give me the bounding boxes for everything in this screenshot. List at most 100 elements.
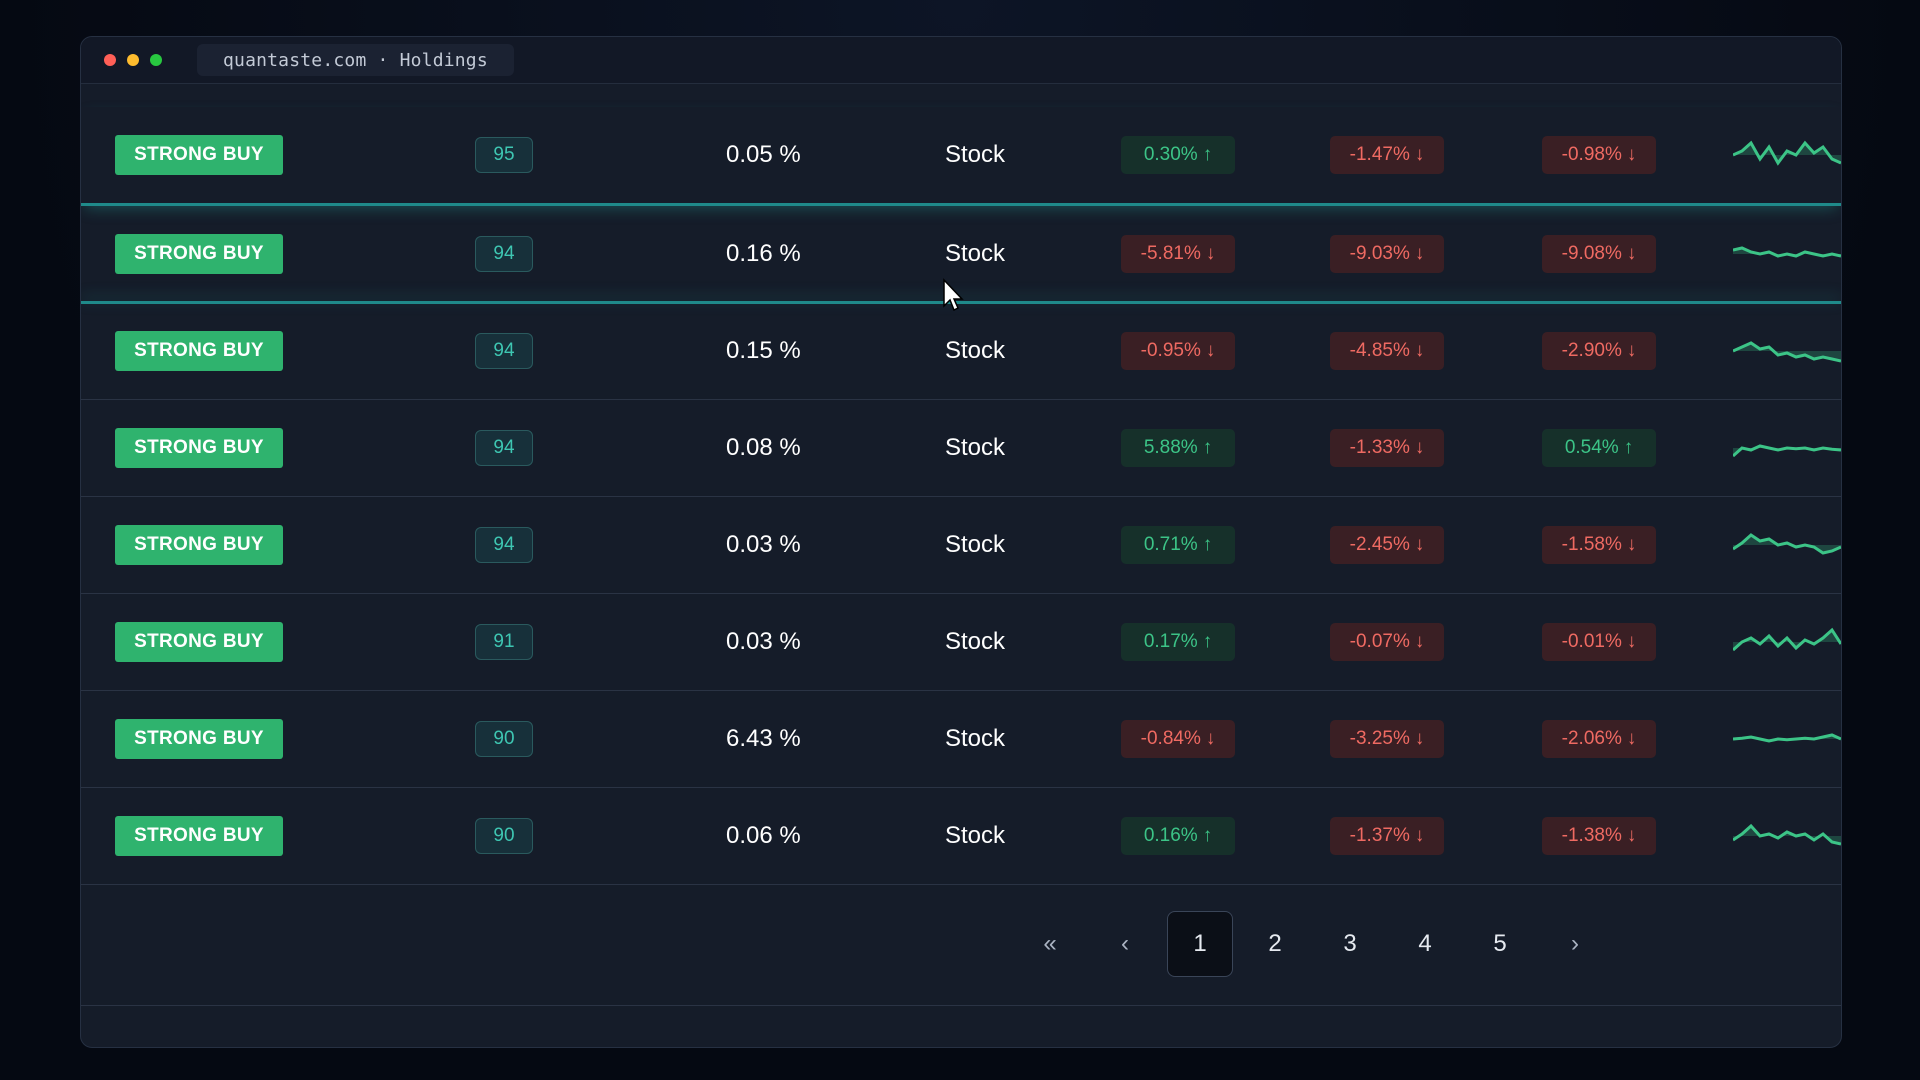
sparkline-chart (1733, 533, 1841, 555)
page-button-2[interactable]: 2 (1242, 911, 1308, 977)
sparkline (1733, 691, 1841, 787)
next-page-icon[interactable]: › (1542, 911, 1608, 977)
arrow-down-icon: ↓ (1414, 243, 1425, 264)
sparkline (1733, 400, 1841, 496)
arrow-down-icon: ↓ (1414, 728, 1425, 749)
arrow-down-icon: ↓ (1626, 144, 1637, 165)
arrow-up-icon: ↑ (1202, 437, 1213, 458)
score-badge: 94 (475, 333, 533, 369)
arrow-up-icon: ↑ (1623, 437, 1634, 458)
score-badge: 94 (475, 430, 533, 466)
table-row[interactable]: STRONG BUY 91 0.03 % Stock 0.17% ↑ -0.07% ↓ -0.0… (81, 594, 1841, 691)
score-badge: 90 (475, 721, 533, 757)
weight-value: 0.03 % (726, 531, 801, 558)
sparkline-chart (1733, 444, 1841, 458)
rating-badge: STRONG BUY (115, 525, 283, 565)
page-button-3[interactable]: 3 (1317, 911, 1383, 977)
change-value: -2.45% (1349, 534, 1410, 555)
change-badge-1: -0.84% ↓ (1121, 720, 1235, 758)
sparkline-chart (1733, 823, 1841, 846)
change-value: 0.30% (1143, 144, 1198, 165)
holdings-table: STRONG BUY 95 0.05 % Stock 0.30% ↑ -1.47% ↓ -0.9… (81, 107, 1841, 885)
arrow-down-icon: ↓ (1205, 728, 1216, 749)
weight-value: 0.08 % (726, 434, 801, 461)
minimize-window-icon[interactable] (127, 54, 139, 66)
arrow-down-icon: ↓ (1414, 144, 1425, 165)
table-row[interactable]: STRONG BUY 94 0.08 % Stock 5.88% ↑ -1.33% ↓ 0.54… (81, 400, 1841, 497)
first-page-icon[interactable]: « (1017, 911, 1083, 977)
change-value: -1.38% (1561, 825, 1622, 846)
weight-value: 0.16 % (726, 240, 801, 267)
score-badge: 95 (475, 137, 533, 173)
sparkline-chart (1733, 627, 1841, 652)
change-value: -1.37% (1349, 825, 1410, 846)
asset-type: Stock (945, 337, 1006, 364)
arrow-up-icon: ↑ (1202, 534, 1213, 555)
maximize-window-icon[interactable] (150, 54, 162, 66)
table-row[interactable]: STRONG BUY 95 0.05 % Stock 0.30% ↑ -1.47% ↓ -0.9… (81, 107, 1841, 206)
url-tab[interactable]: quantaste.com · Holdings (197, 44, 514, 76)
change-badge-2: -4.85% ↓ (1330, 332, 1444, 370)
change-badge-1: 0.16% ↑ (1121, 817, 1235, 855)
change-badge-1: -0.95% ↓ (1121, 332, 1235, 370)
arrow-down-icon: ↓ (1626, 825, 1637, 846)
asset-type: Stock (945, 141, 1006, 168)
arrow-down-icon: ↓ (1626, 340, 1637, 361)
arrow-down-icon: ↓ (1626, 534, 1637, 555)
change-badge-1: 0.71% ↑ (1121, 526, 1235, 564)
asset-type: Stock (945, 434, 1006, 461)
sparkline-chart (1733, 140, 1841, 166)
pagination: « ‹ 1 2 3 4 5 › (81, 911, 1841, 981)
change-value: -4.85% (1349, 340, 1410, 361)
change-value: 5.88% (1143, 437, 1198, 458)
page-button-4[interactable]: 4 (1392, 911, 1458, 977)
arrow-up-icon: ↑ (1202, 144, 1213, 165)
asset-type: Stock (945, 628, 1006, 655)
arrow-down-icon: ↓ (1414, 437, 1425, 458)
rating-badge: STRONG BUY (115, 428, 283, 468)
change-value: -3.25% (1349, 728, 1410, 749)
arrow-down-icon: ↓ (1205, 340, 1216, 361)
arrow-up-icon: ↑ (1202, 631, 1213, 652)
asset-type: Stock (945, 725, 1006, 752)
change-badge-1: 0.30% ↑ (1121, 136, 1235, 174)
change-value: -0.07% (1349, 631, 1410, 652)
sparkline (1733, 107, 1841, 203)
sparkline-chart (1733, 733, 1841, 743)
change-badge-3: 0.54% ↑ (1542, 429, 1656, 467)
arrow-down-icon: ↓ (1414, 825, 1425, 846)
change-badge-2: -9.03% ↓ (1330, 235, 1444, 273)
asset-type: Stock (945, 531, 1006, 558)
table-row[interactable]: STRONG BUY 94 0.15 % Stock -0.95% ↓ -4.85% ↓ -2.… (81, 301, 1841, 400)
sparkline (1733, 206, 1841, 302)
change-badge-3: -0.01% ↓ (1542, 623, 1656, 661)
close-window-icon[interactable] (104, 54, 116, 66)
sparkline (1733, 594, 1841, 690)
change-value: -1.33% (1349, 437, 1410, 458)
arrow-down-icon: ↓ (1414, 340, 1425, 361)
change-badge-2: -1.37% ↓ (1330, 817, 1444, 855)
sparkline-line (1733, 444, 1841, 458)
arrow-up-icon: ↑ (1202, 825, 1213, 846)
score-badge: 90 (475, 818, 533, 854)
arrow-down-icon: ↓ (1626, 728, 1637, 749)
change-value: -0.98% (1561, 144, 1622, 165)
change-value: 0.16% (1143, 825, 1198, 846)
weight-value: 0.03 % (726, 628, 801, 655)
arrow-down-icon: ↓ (1414, 631, 1425, 652)
change-badge-3: -1.38% ↓ (1542, 817, 1656, 855)
page-button-1[interactable]: 1 (1167, 911, 1233, 977)
change-badge-2: -1.33% ↓ (1330, 429, 1444, 467)
change-badge-3: -1.58% ↓ (1542, 526, 1656, 564)
change-value: -1.47% (1349, 144, 1410, 165)
page-button-5[interactable]: 5 (1467, 911, 1533, 977)
table-row[interactable]: STRONG BUY 90 0.06 % Stock 0.16% ↑ -1.37% ↓ -1.3… (81, 788, 1841, 885)
weight-value: 0.06 % (726, 822, 801, 849)
change-badge-2: -2.45% ↓ (1330, 526, 1444, 564)
table-row[interactable]: STRONG BUY 94 0.03 % Stock 0.71% ↑ -2.45% ↓ -1.5… (81, 497, 1841, 594)
prev-page-icon[interactable]: ‹ (1092, 911, 1158, 977)
mouse-cursor-icon (943, 278, 964, 312)
score-badge: 91 (475, 624, 533, 660)
table-row[interactable]: STRONG BUY 90 6.43 % Stock -0.84% ↓ -3.25% ↓ -2.… (81, 691, 1841, 788)
change-value: -0.84% (1140, 728, 1201, 749)
